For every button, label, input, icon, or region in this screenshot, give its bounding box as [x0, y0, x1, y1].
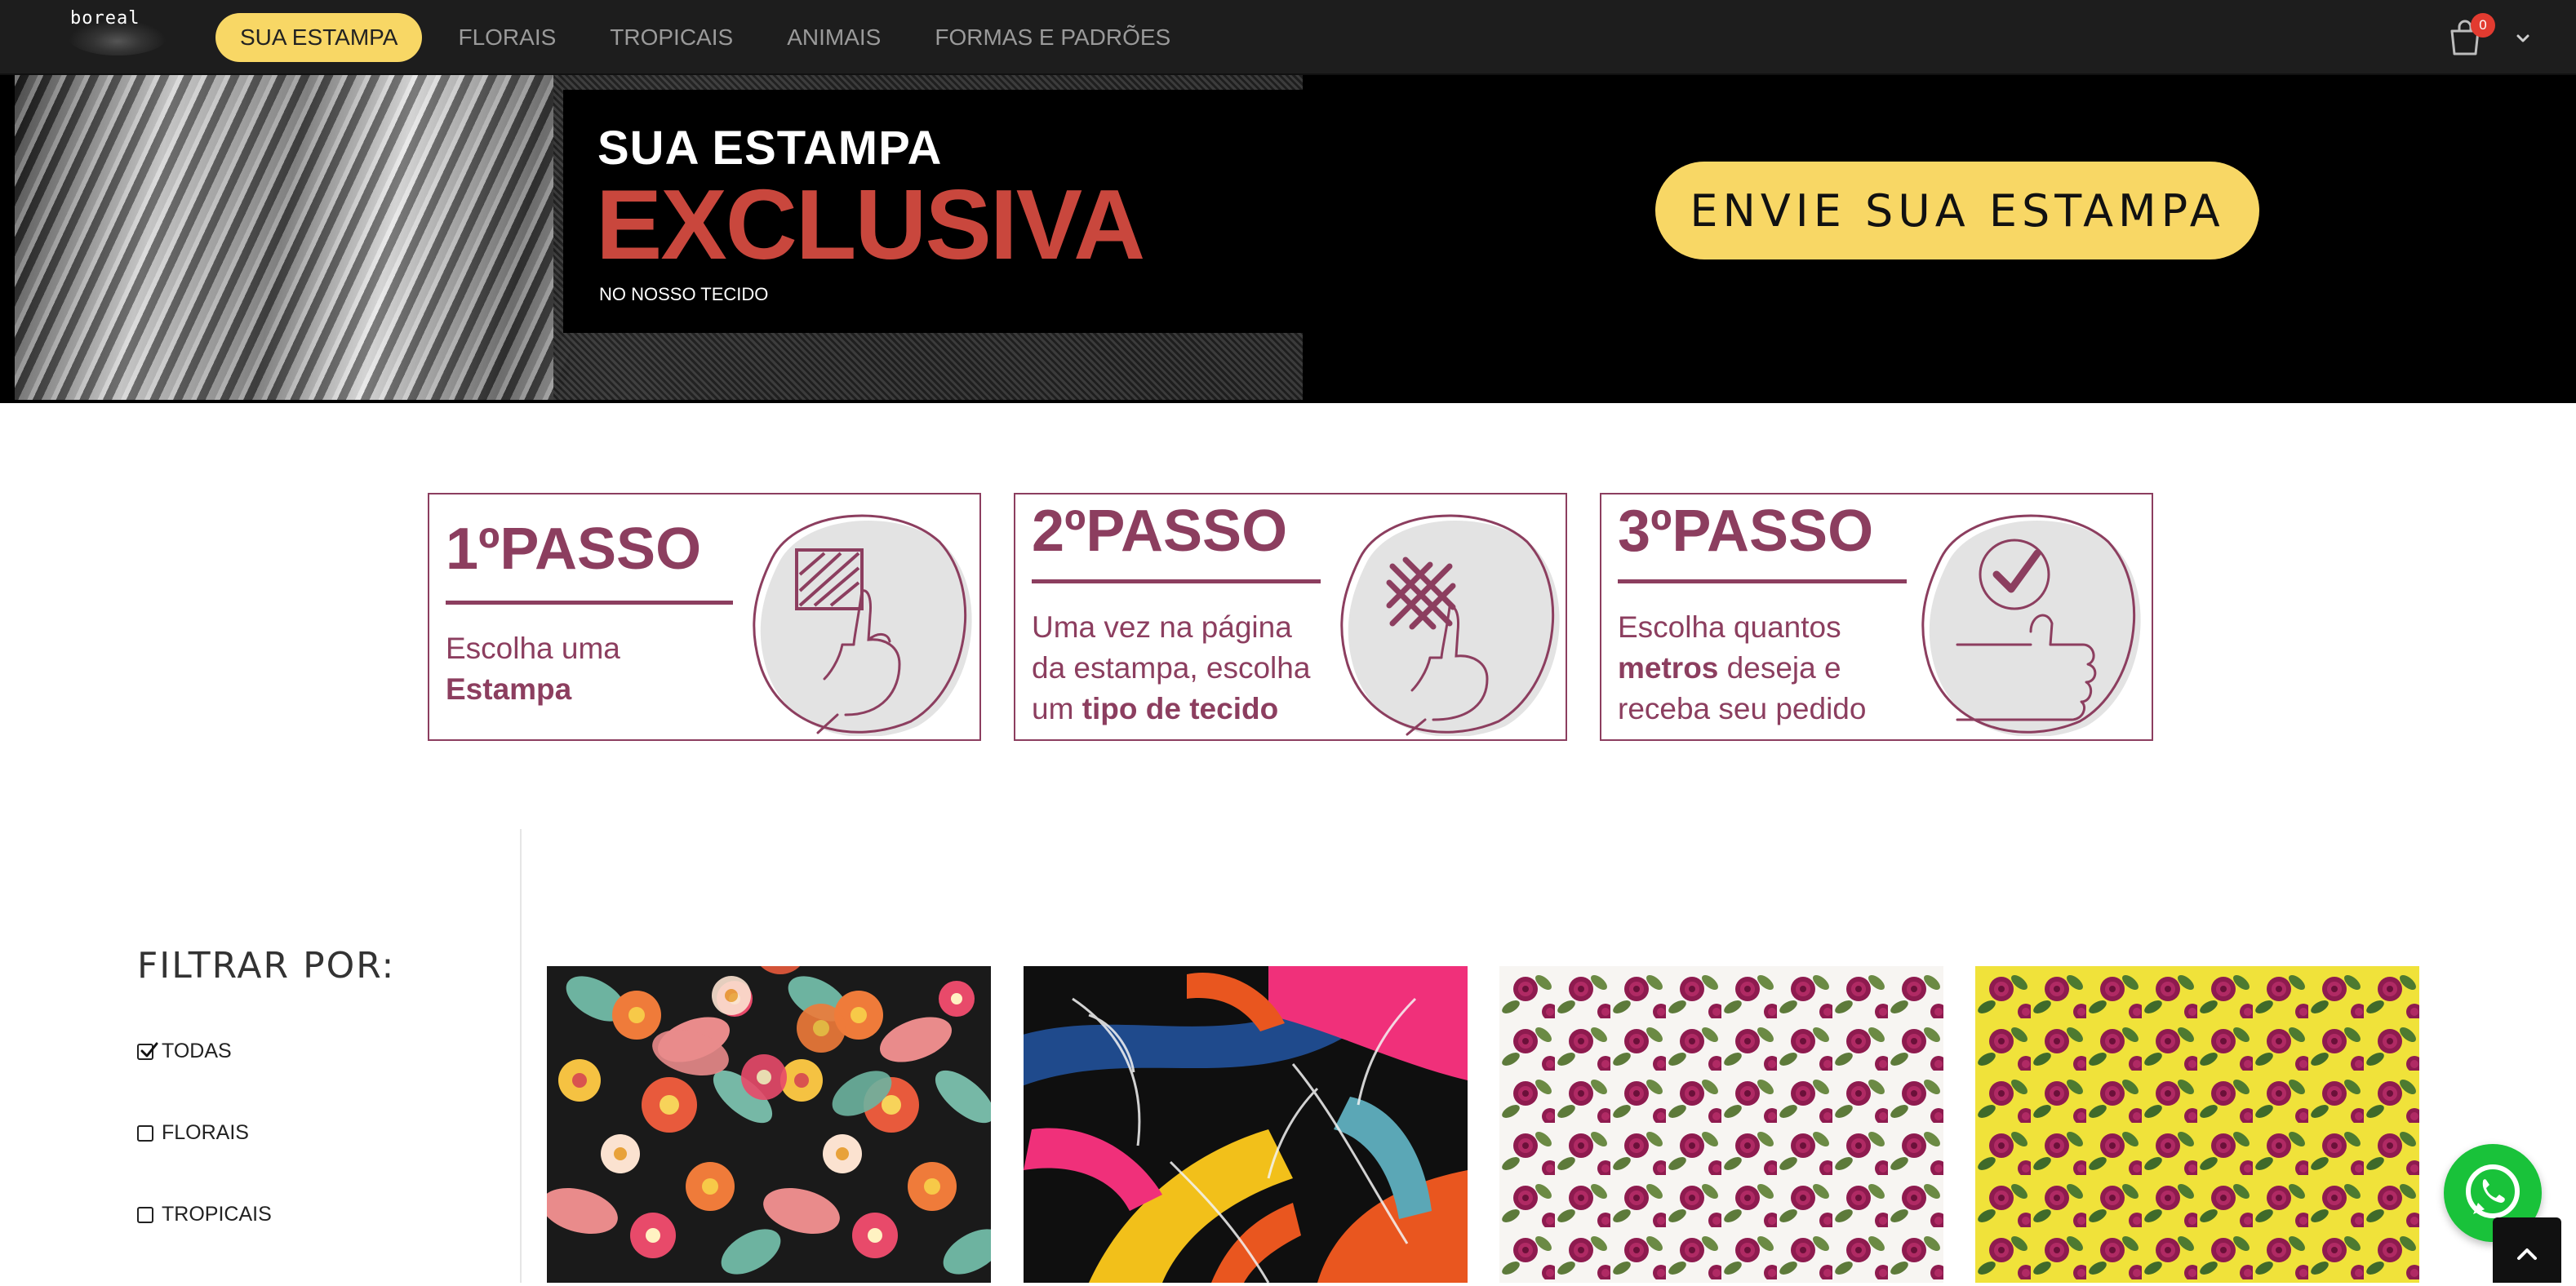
step-description: Escolha uma Estampa — [446, 628, 739, 710]
cart-count-badge: 0 — [2471, 13, 2495, 38]
hero-highlight: EXCLUSIVA — [596, 169, 1145, 280]
step-description: Escolha quantos metros deseja e receba s… — [1618, 607, 1912, 729]
send-pattern-button[interactable]: ENVIE SUA ESTAMPA — [1655, 162, 2259, 259]
step-title: 1ºPASSO — [446, 517, 702, 582]
nav-item-florais[interactable]: FLORAIS — [458, 24, 556, 51]
hero-heading: SUA ESTAMPA — [597, 122, 943, 175]
product-image — [1499, 966, 1943, 1283]
checkbox-checked-icon[interactable] — [137, 1042, 158, 1060]
step-divider — [1032, 579, 1321, 583]
hand-pattern-icon — [739, 501, 976, 738]
hero-text-box: SUA ESTAMPA EXCLUSIVA NO NOSSO TECIDO — [563, 90, 1303, 333]
product-card-roses-white[interactable] — [1499, 966, 1943, 1283]
product-card-roses-yellow[interactable] — [1975, 966, 2419, 1283]
product-image — [1024, 966, 1468, 1283]
filter-option-florais[interactable]: FLORAIS — [137, 1121, 249, 1145]
step-title: 3ºPASSO — [1618, 499, 1874, 564]
brand-logo[interactable]: boreal — [57, 5, 180, 57]
step-description-bold: Estampa — [446, 672, 572, 706]
step-description: Uma vez na página da estampa, escolha um… — [1032, 607, 1326, 729]
filter-option-todas[interactable]: TODAS — [137, 1040, 232, 1063]
filter-option-tropicais[interactable]: TROPICAIS — [137, 1203, 272, 1226]
sidebar-divider — [520, 829, 522, 1283]
step-description-text: Escolha quantos — [1618, 610, 1841, 644]
nav-item-sua-estampa[interactable]: SUA ESTAMPA — [215, 13, 423, 62]
filter-option-label: FLORAIS — [162, 1121, 249, 1144]
chevron-down-icon[interactable] — [2512, 28, 2534, 49]
product-image — [547, 966, 991, 1283]
hand-weave-icon — [1327, 501, 1564, 738]
swatch-book-image — [15, 75, 570, 400]
top-navbar: boreal SUA ESTAMPA FLORAIS TROPICAIS ANI… — [0, 0, 2576, 75]
filter-option-label: TODAS — [162, 1040, 232, 1062]
step-description-text: Escolha uma — [446, 632, 620, 665]
hero-subheading: NO NOSSO TECIDO — [599, 284, 769, 304]
logo-text: boreal — [70, 8, 140, 29]
product-card-floral-black[interactable] — [547, 966, 991, 1283]
nav-item-tropicais[interactable]: TROPICAIS — [610, 24, 733, 51]
step-divider — [1618, 579, 1907, 583]
checkbox-icon[interactable] — [137, 1124, 153, 1142]
product-image — [1975, 966, 2419, 1283]
step-title: 2ºPASSO — [1032, 499, 1288, 564]
chevron-up-icon[interactable] — [2493, 1217, 2561, 1283]
step-card-3: 3ºPASSO Escolha quantos metros deseja e … — [1600, 493, 2153, 741]
step-card-1: 1ºPASSO Escolha uma Estampa — [428, 493, 981, 741]
step-card-2: 2ºPASSO Uma vez na página da estampa, es… — [1014, 493, 1567, 741]
step-divider — [446, 601, 733, 605]
nav-item-animais[interactable]: ANIMAIS — [787, 24, 881, 51]
filter-option-label: TROPICAIS — [162, 1203, 272, 1226]
checkbox-icon[interactable] — [137, 1206, 153, 1223]
nav-item-formas-e-padroes[interactable]: FORMAS E PADRÕES — [935, 24, 1170, 51]
filter-title: FILTRAR POR: — [137, 945, 396, 987]
thumbs-up-check-icon — [1908, 501, 2145, 738]
step-description-bold: tipo de tecido — [1081, 692, 1279, 725]
step-description-bold: metros — [1618, 651, 1719, 685]
product-card-tropical-brush[interactable] — [1024, 966, 1468, 1283]
hero-banner: SUA ESTAMPA EXCLUSIVA NO NOSSO TECIDO EN… — [0, 75, 2576, 403]
main-nav: SUA ESTAMPA FLORAIS TROPICAIS ANIMAIS FO… — [215, 13, 1224, 62]
